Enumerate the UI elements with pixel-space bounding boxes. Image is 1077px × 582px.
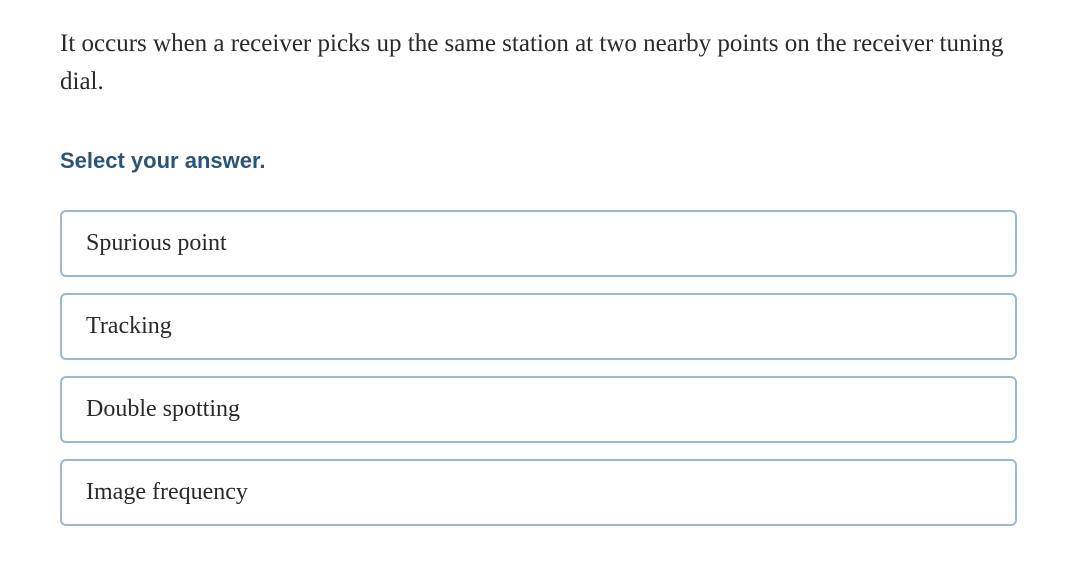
answer-option-label: Double spotting (86, 396, 240, 422)
answer-option-2[interactable]: Double spotting (60, 376, 1017, 443)
question-text: It occurs when a receiver picks up the s… (60, 25, 1017, 100)
answer-option-3[interactable]: Image frequency (60, 459, 1017, 526)
answer-option-1[interactable]: Tracking (60, 293, 1017, 360)
answer-option-label: Image frequency (86, 479, 248, 505)
answer-prompt: Select your answer. (60, 148, 1017, 174)
answer-option-0[interactable]: Spurious point (60, 210, 1017, 277)
answer-option-label: Tracking (86, 313, 172, 339)
answer-option-label: Spurious point (86, 230, 227, 256)
